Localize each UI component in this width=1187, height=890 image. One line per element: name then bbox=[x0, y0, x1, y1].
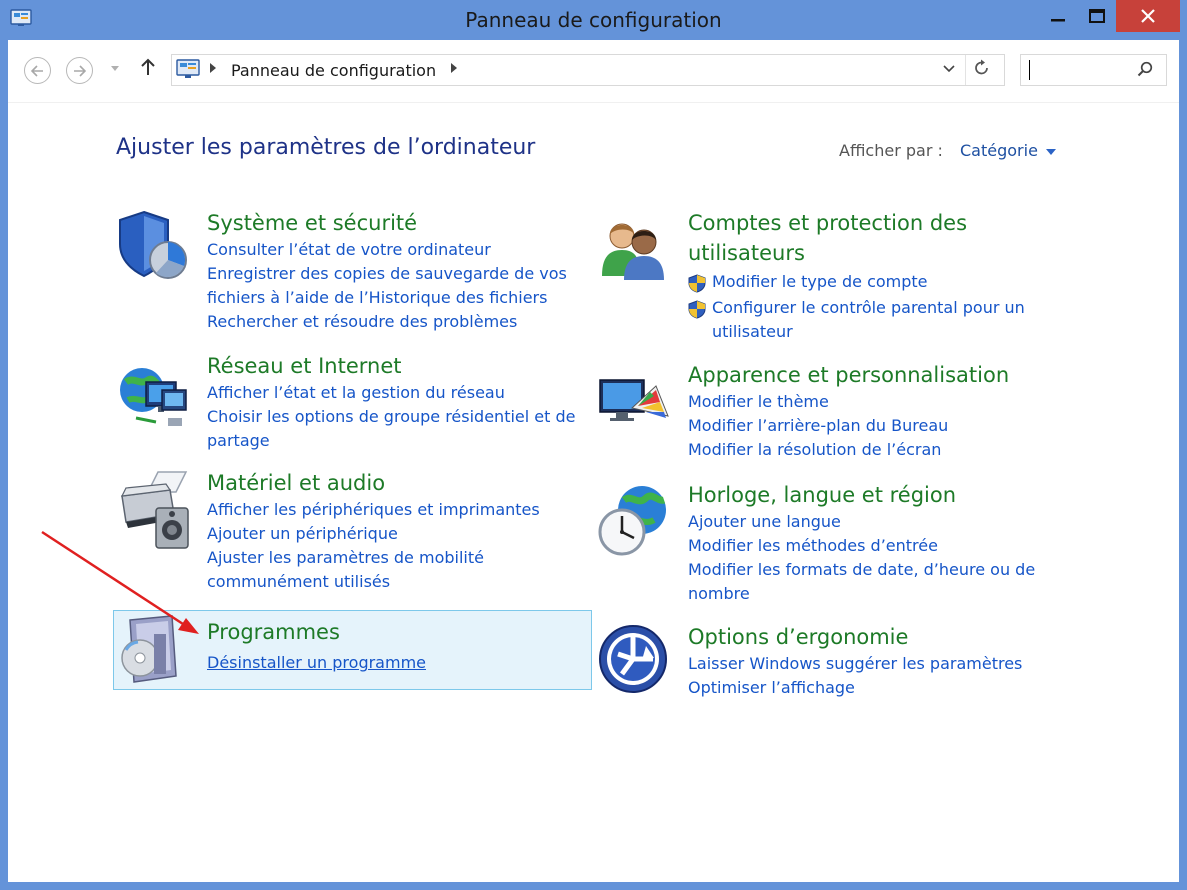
category-title[interactable]: Apparence et personnalisation bbox=[688, 360, 1009, 390]
address-bar[interactable]: Panneau de configuration bbox=[171, 54, 1005, 86]
link-item[interactable]: Configurer le contrôle parental pour un bbox=[688, 296, 1025, 320]
window-title: Panneau de configuration bbox=[465, 8, 722, 32]
up-button[interactable] bbox=[141, 58, 155, 81]
appearance-personalization-icon[interactable] bbox=[598, 372, 670, 436]
link-item[interactable]: Rechercher et résoudre des problèmes bbox=[207, 310, 567, 334]
link-item[interactable]: Afficher l’état et la gestion du réseau bbox=[207, 381, 576, 405]
ease-of-access-icon[interactable] bbox=[598, 624, 668, 694]
recent-locations-button[interactable] bbox=[111, 62, 119, 75]
breadcrumb-separator-icon[interactable] bbox=[451, 63, 458, 76]
minimize-button[interactable] bbox=[1038, 0, 1078, 32]
link-item[interactable]: Modifier l’arrière-plan du Bureau bbox=[688, 414, 1009, 438]
link-item[interactable]: Modifier le thème bbox=[688, 390, 1009, 414]
category-title[interactable]: Horloge, langue et région bbox=[688, 480, 1035, 510]
uac-shield-icon bbox=[688, 274, 706, 293]
link-item[interactable]: Ajouter un périphérique bbox=[207, 522, 540, 546]
system-security-icon[interactable] bbox=[116, 208, 192, 284]
link-item[interactable]: Choisir les options de groupe résidentie… bbox=[207, 405, 576, 429]
chevron-down-icon bbox=[111, 66, 119, 71]
maximize-icon bbox=[1089, 9, 1105, 23]
category-network-internet: Réseau et Internet Afficher l’état et la… bbox=[207, 351, 576, 453]
back-button[interactable] bbox=[24, 57, 51, 84]
link-item[interactable]: nombre bbox=[688, 582, 1035, 606]
view-by-dropdown[interactable]: Catégorie bbox=[960, 141, 1056, 160]
link-item[interactable]: utilisateur bbox=[688, 320, 1025, 344]
arrow-right-icon bbox=[74, 64, 86, 77]
link-item[interactable]: partage bbox=[207, 429, 576, 453]
category-title[interactable]: Options d’ergonomie bbox=[688, 622, 1022, 652]
search-icon[interactable] bbox=[1137, 61, 1153, 77]
category-clock-language-region: Horloge, langue et région Ajouter une la… bbox=[688, 480, 1035, 606]
category-appearance-personalization: Apparence et personnalisation Modifier l… bbox=[688, 360, 1009, 462]
category-hardware-sound: Matériel et audio Afficher les périphéri… bbox=[207, 468, 540, 594]
link-item[interactable]: Ajuster les paramètres de mobilité bbox=[207, 546, 540, 570]
window: Panneau de configuration Panneau de conf… bbox=[0, 0, 1187, 890]
link-item[interactable]: Modifier la résolution de l’écran bbox=[688, 438, 1009, 462]
hardware-sound-icon[interactable] bbox=[116, 470, 192, 550]
programs-icon[interactable] bbox=[118, 614, 182, 684]
address-dropdown-button[interactable] bbox=[943, 61, 955, 77]
client-area: Panneau de configuration Ajuster les par… bbox=[8, 40, 1179, 882]
close-button[interactable] bbox=[1116, 0, 1180, 32]
category-programs: Programmes Désinstaller un programme bbox=[207, 617, 426, 675]
view-by-value: Catégorie bbox=[960, 141, 1038, 160]
link-item[interactable]: Afficher les périphériques et imprimante… bbox=[207, 498, 540, 522]
category-title[interactable]: Réseau et Internet bbox=[207, 351, 576, 381]
category-title[interactable]: Matériel et audio bbox=[207, 468, 540, 498]
link-item[interactable]: Consulter l’état de votre ordinateur bbox=[207, 238, 567, 262]
category-title[interactable]: Système et sécurité bbox=[207, 208, 567, 238]
text-caret bbox=[1029, 60, 1030, 80]
network-internet-icon[interactable] bbox=[116, 358, 192, 434]
dropdown-arrow-icon bbox=[1045, 148, 1056, 155]
link-item[interactable]: Optimiser l’affichage bbox=[688, 676, 1022, 700]
chevron-down-icon bbox=[943, 65, 955, 73]
link-item[interactable]: Modifier le type de compte bbox=[688, 270, 1025, 294]
link-item[interactable]: communément utilisés bbox=[207, 570, 540, 594]
link-item[interactable]: Laisser Windows suggérer les paramètres bbox=[688, 652, 1022, 676]
category-system-security: Système et sécurité Consulter l’état de … bbox=[207, 208, 567, 334]
refresh-icon bbox=[975, 59, 988, 75]
link-item[interactable]: Modifier les formats de date, d’heure ou… bbox=[688, 558, 1035, 582]
category-title[interactable]: utilisateurs bbox=[688, 238, 1025, 268]
link-text[interactable]: Configurer le contrôle parental pour un bbox=[712, 298, 1025, 317]
arrow-up-icon bbox=[141, 58, 155, 75]
control-panel-icon bbox=[176, 59, 200, 78]
breadcrumb-item[interactable]: Panneau de configuration bbox=[231, 61, 436, 80]
breadcrumb-separator-icon[interactable] bbox=[210, 63, 217, 76]
category-user-accounts: Comptes et protection des utilisateurs M… bbox=[688, 208, 1025, 344]
refresh-button[interactable] bbox=[974, 59, 990, 82]
arrow-left-icon bbox=[31, 64, 43, 77]
category-title[interactable]: Comptes et protection des bbox=[688, 208, 1025, 238]
navigation-bar: Panneau de configuration bbox=[8, 40, 1179, 103]
maximize-button[interactable] bbox=[1078, 0, 1116, 32]
category-title[interactable]: Programmes bbox=[207, 617, 426, 647]
user-accounts-icon[interactable] bbox=[598, 216, 668, 280]
minimize-icon bbox=[1051, 19, 1065, 22]
link-item[interactable]: fichiers à l’aide de l’Historique des fi… bbox=[207, 286, 567, 310]
link-item[interactable]: Désinstaller un programme bbox=[207, 651, 426, 675]
search-box[interactable] bbox=[1020, 54, 1167, 86]
link-item[interactable]: Ajouter une langue bbox=[688, 510, 1035, 534]
address-divider bbox=[965, 55, 966, 85]
close-icon bbox=[1141, 9, 1155, 23]
view-by-label: Afficher par : bbox=[839, 141, 943, 160]
forward-button[interactable] bbox=[66, 57, 93, 84]
clock-language-region-icon[interactable] bbox=[596, 482, 672, 558]
category-ease-of-access: Options d’ergonomie Laisser Windows sugg… bbox=[688, 622, 1022, 700]
link-text[interactable]: Modifier le type de compte bbox=[712, 272, 928, 291]
link-item[interactable]: Modifier les méthodes d’entrée bbox=[688, 534, 1035, 558]
title-bar: Panneau de configuration bbox=[0, 0, 1187, 40]
uac-shield-icon bbox=[688, 300, 706, 319]
page-title: Ajuster les paramètres de l’ordinateur bbox=[116, 135, 536, 160]
link-item[interactable]: Enregistrer des copies de sauvegarde de … bbox=[207, 262, 567, 286]
